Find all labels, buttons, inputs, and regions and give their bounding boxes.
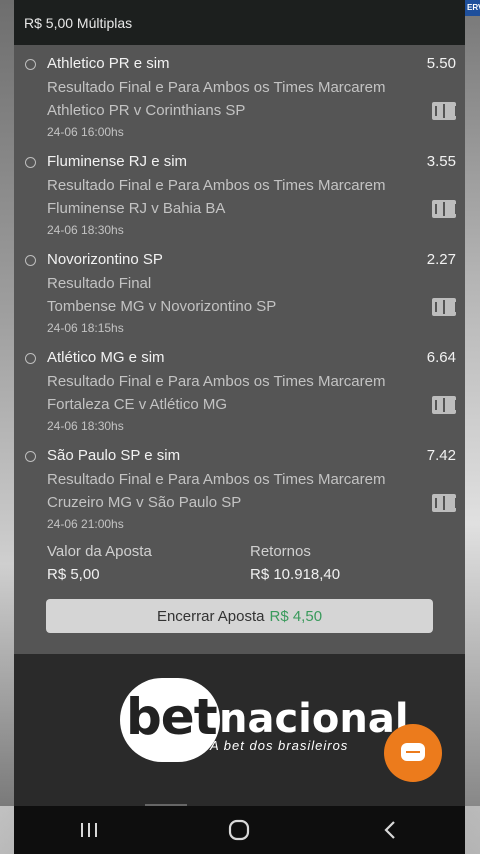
bet-summary: Valor da Aposta R$ 5,00 Retornos R$ 10.9… — [14, 535, 465, 645]
status-radio-icon — [25, 353, 36, 364]
soccer-field-icon[interactable] — [432, 298, 457, 316]
match-name: Fluminense RJ v Bahia BA — [47, 200, 226, 217]
selection-odd: 5.50 — [426, 55, 456, 72]
soccer-field-icon[interactable] — [432, 102, 457, 120]
match-name: Cruzeiro MG v São Paulo SP — [47, 494, 242, 511]
match-time: 24-06 18:30hs — [47, 419, 124, 433]
bet-selection: Fluminense RJ e sim 3.55 Resultado Final… — [14, 143, 465, 241]
cashout-button[interactable]: Encerrar Aposta R$ 4,50 — [46, 599, 433, 633]
selection-odd: 2.27 — [426, 251, 456, 268]
status-radio-icon — [25, 255, 36, 266]
logo-tagline: A bet dos brasileiros — [210, 738, 349, 753]
bet-header-title: R$ 5,00 Múltiplas — [24, 14, 133, 31]
selection-name: Athletico PR e sim — [47, 55, 170, 72]
cashout-label: Encerrar Aposta — [156, 607, 265, 625]
status-radio-icon — [25, 451, 36, 462]
match-name: Fortaleza CE v Atlético MG — [47, 396, 228, 413]
bet-selection: Atlético MG e sim 6.64 Resultado Final e… — [14, 339, 465, 437]
selection-odd: 6.64 — [426, 349, 456, 366]
returns-value: R$ 10.918,40 — [250, 566, 341, 583]
bet-receipt-screen: R$ 5,00 Múltiplas Athletico PR e sim 5.5… — [14, 0, 465, 806]
match-name: Tombense MG v Novorizontino SP — [47, 298, 277, 315]
selection-odd: 3.55 — [426, 153, 456, 170]
returns-label: Retornos — [250, 543, 311, 560]
market-name: Resultado Final e Para Ambos os Times Ma… — [47, 79, 386, 96]
system-nav-bar — [14, 806, 465, 854]
selection-name: Fluminense RJ e sim — [47, 153, 188, 170]
selection-name: Novorizontino SP — [47, 251, 163, 268]
selection-name: Atlético MG e sim — [47, 349, 165, 366]
cashout-amount: R$ 4,50 — [269, 607, 323, 625]
match-time: 24-06 18:15hs — [47, 321, 124, 335]
chat-icon — [401, 743, 425, 761]
status-radio-icon — [25, 59, 36, 70]
stake-value: R$ 5,00 — [47, 566, 100, 583]
selection-name: São Paulo SP e sim — [47, 447, 181, 464]
background-right-edge: ERV — [465, 0, 480, 806]
market-name: Resultado Final e Para Ambos os Times Ma… — [47, 373, 386, 390]
background-left-edge — [0, 0, 14, 806]
corner-badge: ERV — [465, 0, 480, 16]
bet-selection: Novorizontino SP 2.27 Resultado Final To… — [14, 241, 465, 339]
market-name: Resultado Final e Para Ambos os Times Ma… — [47, 177, 386, 194]
status-radio-icon — [25, 157, 36, 168]
bet-selection: São Paulo SP e sim 7.42 Resultado Final … — [14, 437, 465, 535]
market-name: Resultado Final — [47, 275, 152, 292]
soccer-field-icon[interactable] — [432, 494, 457, 512]
back-icon[interactable] — [370, 810, 410, 850]
selection-odd: 7.42 — [426, 447, 456, 464]
match-time: 24-06 18:30hs — [47, 223, 124, 237]
match-time: 24-06 21:00hs — [47, 517, 124, 531]
home-icon[interactable] — [219, 810, 259, 850]
soccer-field-icon[interactable] — [432, 396, 457, 414]
chat-button[interactable] — [384, 724, 442, 782]
match-name: Athletico PR v Corinthians SP — [47, 102, 246, 119]
recent-apps-icon[interactable] — [69, 810, 109, 850]
bet-selection-list: Athletico PR e sim 5.50 Resultado Final … — [14, 45, 465, 535]
market-name: Resultado Final e Para Ambos os Times Ma… — [47, 471, 386, 488]
logo-bet-text: bet — [126, 688, 218, 746]
match-time: 24-06 16:00hs — [47, 125, 124, 139]
bet-header: R$ 5,00 Múltiplas — [14, 0, 465, 45]
soccer-field-icon[interactable] — [432, 200, 457, 218]
logo-nacional-text: nacional — [219, 696, 409, 742]
bet-selection: Athletico PR e sim 5.50 Resultado Final … — [14, 45, 465, 143]
stake-label: Valor da Aposta — [47, 543, 152, 560]
brand-banner: bet nacional A bet dos brasileiros — [14, 654, 465, 806]
